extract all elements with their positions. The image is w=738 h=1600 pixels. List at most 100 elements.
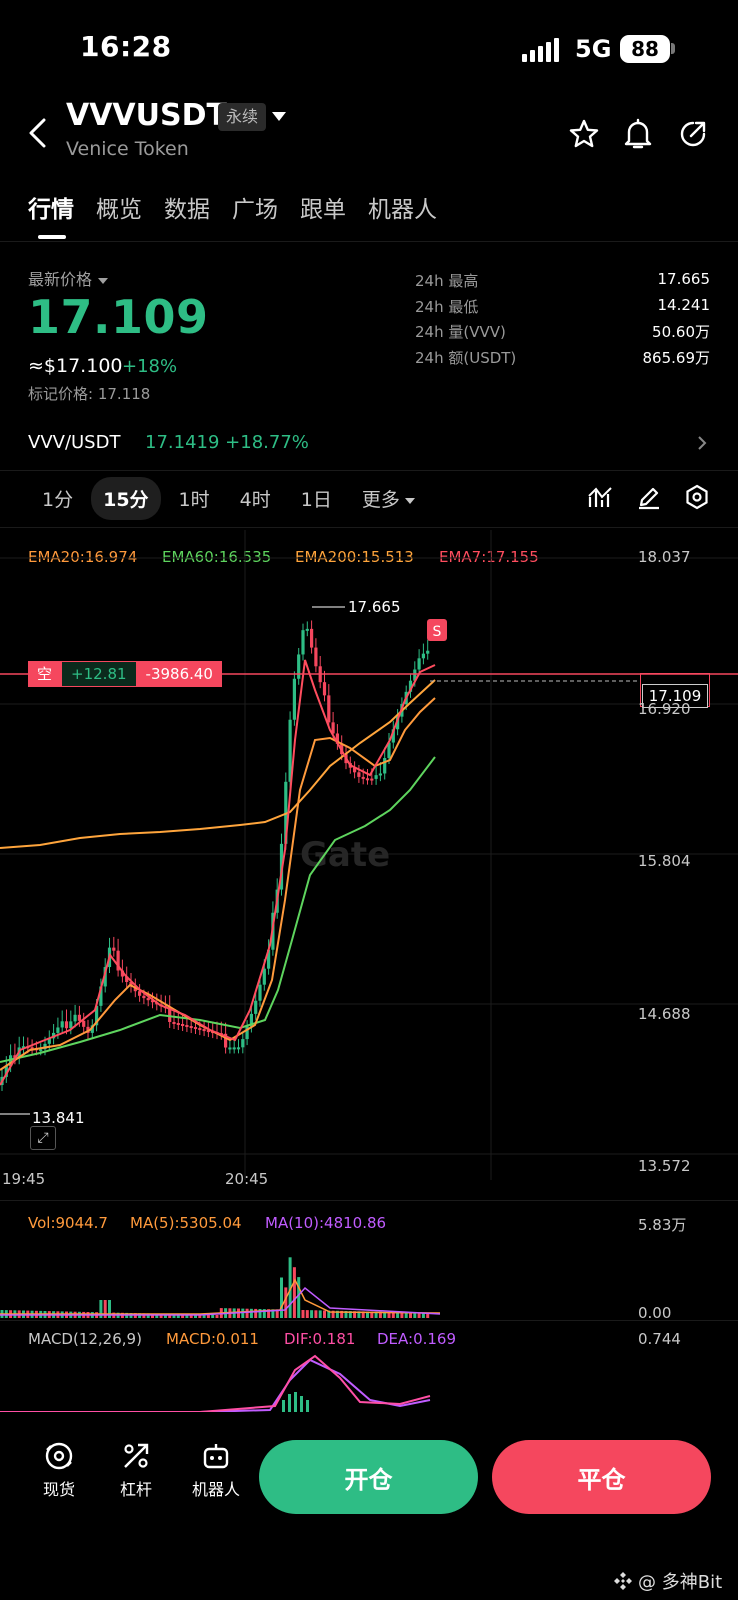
tab-data[interactable]: 数据	[164, 190, 210, 224]
mark-price: 标记价格: 17.118	[28, 385, 151, 403]
tf-1d[interactable]: 1日	[289, 477, 344, 520]
robot-button[interactable]: 机器人	[184, 1440, 248, 1500]
candle	[82, 1020, 86, 1027]
usd-price: ≈$17.100	[28, 355, 123, 377]
candle	[370, 778, 374, 781]
candlestick-chart[interactable]: Gate 17.665 13.841 S	[0, 530, 738, 1180]
share-icon[interactable]	[677, 118, 709, 150]
position-tag[interactable]: 空 +12.81 -3986.40	[28, 661, 222, 687]
candle	[383, 758, 387, 774]
candle	[378, 773, 382, 776]
last-price: 17.109	[28, 290, 209, 344]
tab-copy-trading[interactable]: 跟单	[300, 190, 346, 224]
star-icon[interactable]	[568, 118, 600, 150]
candle	[327, 695, 331, 723]
tf-4h[interactable]: 4时	[228, 477, 283, 520]
high-marker: 17.665	[348, 598, 401, 616]
settings-icon[interactable]	[684, 484, 710, 510]
tab-overview[interactable]: 概览	[96, 190, 142, 224]
candle	[357, 772, 361, 777]
robot-icon	[203, 1444, 229, 1469]
expand-icon[interactable]: ⤢	[30, 1126, 56, 1150]
candle	[236, 1047, 241, 1050]
stats-24h: 24h 最高 17.665 24h 最低 14.241 24h 量(VVV) 50.6…	[415, 270, 710, 372]
y-tick: 13.572	[638, 1157, 691, 1175]
battery-icon: 88	[620, 35, 670, 63]
symbol-title[interactable]: VVVUSDT	[66, 98, 227, 133]
tf-1h[interactable]: 1时	[167, 477, 222, 520]
candle	[322, 682, 327, 696]
stat-turnover: 24h 额(USDT) 865.69万	[415, 348, 710, 367]
divider	[0, 1200, 738, 1201]
candle	[314, 647, 318, 667]
candle	[417, 658, 421, 670]
close-position-button[interactable]: 平仓	[492, 1440, 711, 1514]
x-tick: 19:45	[2, 1170, 46, 1188]
volume-bar	[310, 1310, 314, 1318]
candle	[374, 775, 378, 779]
volume-bar	[305, 1310, 309, 1318]
volume-bar	[323, 1310, 326, 1318]
candle	[181, 1024, 185, 1027]
candle	[60, 1021, 64, 1028]
candle	[301, 630, 305, 655]
candle	[142, 995, 146, 999]
volume-bar	[314, 1310, 318, 1318]
divider	[0, 241, 738, 242]
battery-tip	[671, 43, 675, 54]
tf-1m[interactable]: 1分	[30, 477, 85, 520]
volume-bar	[284, 1287, 288, 1318]
tf-more[interactable]: 更多	[350, 477, 427, 520]
indicator-icon[interactable]	[587, 484, 613, 510]
x-tick: 20:45	[225, 1170, 269, 1188]
tab-bot[interactable]: 机器人	[368, 190, 437, 224]
y-tick: 16.920	[638, 700, 691, 718]
pencil-icon[interactable]	[636, 484, 662, 510]
leverage-button[interactable]: 杠杆	[106, 1440, 166, 1500]
candle	[198, 1028, 202, 1031]
stat-low: 24h 最低 14.241	[415, 295, 710, 316]
volume-bar	[292, 1267, 296, 1318]
candle	[228, 1047, 232, 1050]
contract-badge: 永续	[218, 103, 267, 131]
candle	[262, 968, 266, 985]
stat-volume: 24h 量(VVV) 50.60万	[415, 323, 710, 341]
candle	[112, 947, 116, 951]
candle	[176, 1023, 180, 1025]
ema20-line	[0, 697, 436, 1071]
spot-pair-name[interactable]: VVV/USDT	[28, 432, 120, 453]
candle	[39, 1049, 43, 1052]
tab-market[interactable]: 行情	[28, 190, 74, 224]
candle	[232, 1047, 236, 1050]
token-name: Venice Token	[66, 138, 189, 160]
spot-pair-price[interactable]: 17.1419 +18.77%	[145, 432, 309, 453]
candle	[297, 654, 301, 679]
latest-price-label[interactable]: 最新价格	[28, 266, 108, 290]
spot-icon	[45, 1442, 73, 1470]
chevron-right-icon[interactable]	[696, 434, 708, 452]
tf-15m[interactable]: 15分	[91, 477, 161, 520]
volume-bar	[215, 1315, 219, 1318]
tab-square[interactable]: 广场	[232, 190, 278, 224]
volume-chart	[0, 1257, 441, 1318]
chevron-down-icon[interactable]	[272, 112, 286, 121]
bell-icon[interactable]	[622, 118, 654, 150]
volume-bar	[297, 1277, 301, 1318]
candle	[258, 984, 262, 1001]
y-tick: 18.037	[638, 548, 691, 566]
divider	[0, 1320, 738, 1321]
signal-icon	[522, 38, 559, 62]
volume-bar	[245, 1308, 249, 1318]
candle	[138, 991, 142, 996]
price-change: +18%	[122, 356, 178, 377]
robot-label: 机器人	[191, 1480, 240, 1499]
spot-button[interactable]: 现货	[29, 1440, 89, 1500]
volume-bar	[211, 1314, 215, 1318]
volume-bar	[280, 1277, 283, 1318]
candle	[292, 678, 296, 720]
leverage-label: 杠杆	[119, 1480, 152, 1499]
candle	[241, 1039, 245, 1048]
tab-indicator	[38, 235, 66, 239]
open-position-button[interactable]: 开仓	[259, 1440, 478, 1514]
back-icon[interactable]	[27, 117, 49, 149]
